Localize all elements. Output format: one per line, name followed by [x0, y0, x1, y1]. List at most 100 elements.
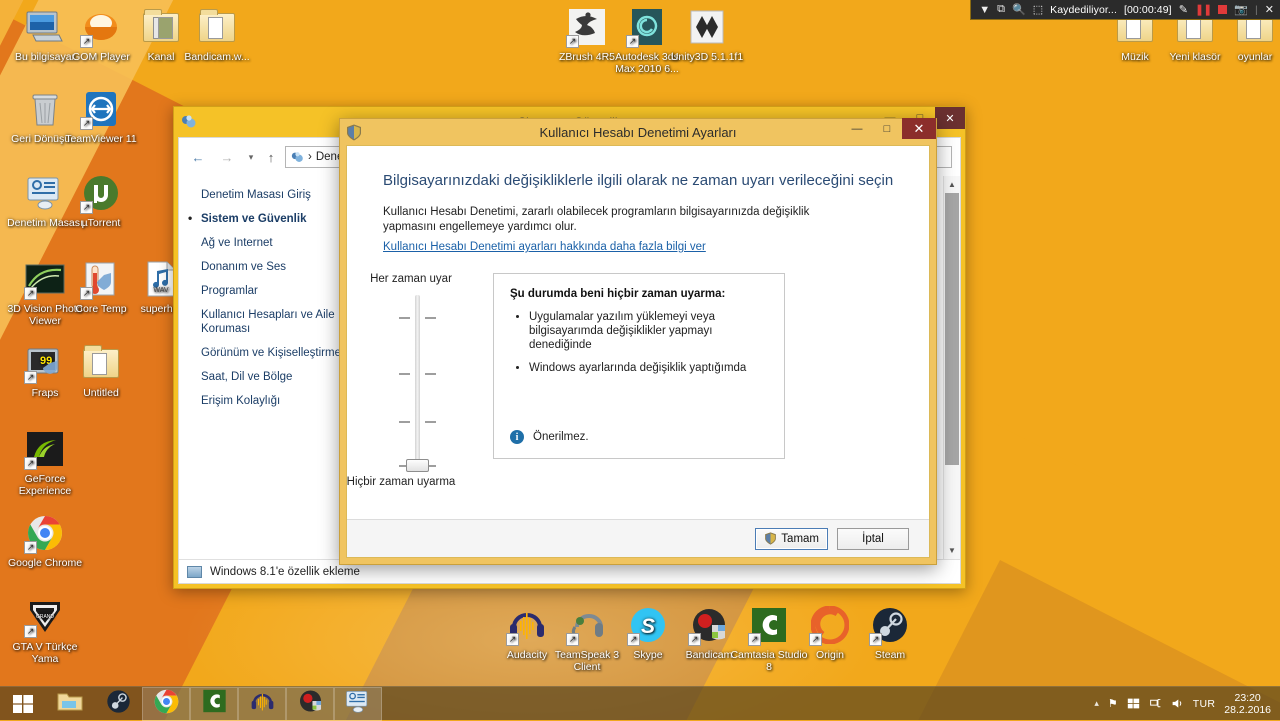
magnifier-icon[interactable]: 🔍 [1012, 3, 1026, 16]
divider: | [1255, 3, 1258, 16]
up-button[interactable]: ↑ [264, 150, 278, 165]
sidebar-item[interactable]: Saat, Dil ve Bölge [201, 370, 349, 384]
sidebar-item[interactable]: Denetim Masası Giriş [201, 188, 349, 202]
close-icon[interactable]: ✕ [1265, 3, 1274, 16]
sidebar-item[interactable]: Kullanıcı Hesapları ve Aile Koruması [201, 308, 349, 336]
bandicam-recording-bar[interactable]: ▼ ⧉ 🔍 ⬚ Kaydediliyor... [00:00:49] ✎ ❚❚ … [970, 0, 1280, 20]
feature-icon [187, 565, 202, 578]
sidebar-item[interactable]: Ağ ve Internet [201, 236, 349, 250]
desktop-icon[interactable]: ↗ µTorrent [62, 172, 140, 230]
taskbar-item-steam[interactable] [94, 687, 142, 721]
bandicam-icon [298, 689, 323, 718]
control-panel-sidebar[interactable]: Denetim Masası Giriş Sistem ve Güvenlik Ağ… [179, 176, 349, 559]
windows-defender-icon[interactable] [1127, 697, 1140, 710]
scrollbar-thumb[interactable] [945, 193, 959, 466]
scroll-up-arrow[interactable]: ▲ [944, 176, 960, 193]
taskbar-item-audacity[interactable] [238, 686, 286, 721]
maximize-button[interactable]: □ [872, 118, 902, 139]
shortcut-arrow-icon: ↗ [80, 287, 93, 300]
camera-icon[interactable]: 📷 [1234, 3, 1248, 16]
uac-titlebar[interactable]: Kullanıcı Hesabı Denetimi Ayarları — □ ✕ [340, 118, 936, 145]
geforce-icon: ↗ [24, 428, 66, 470]
back-button[interactable]: ← [187, 146, 209, 168]
shortcut-arrow-icon: ↗ [566, 35, 579, 48]
slider-top-label: Her zaman uyar [370, 273, 452, 285]
cancel-button[interactable]: İptal [837, 527, 909, 550]
taskbar-items[interactable] [46, 686, 382, 721]
desktop-icon[interactable]: ↗ Google Chrome [6, 512, 84, 570]
close-button[interactable]: ✕ [902, 118, 936, 139]
forward-button[interactable]: → [216, 146, 238, 168]
flag-icon[interactable]: ⚑ [1108, 697, 1118, 710]
uac-settings-dialog[interactable]: Kullanıcı Hesabı Denetimi Ayarları — □ ✕… [339, 118, 937, 565]
uac-info-item: Uygulamalar yazılım yüklemeyi veya bilgi… [529, 310, 768, 352]
desktop-icon-label: Bandicam.w... [184, 51, 250, 63]
minimize-button[interactable]: — [842, 118, 872, 139]
taskbar-item-google-chrome[interactable] [142, 686, 190, 721]
network-icon[interactable] [1149, 697, 1162, 710]
shortcut-arrow-icon: ↗ [506, 633, 519, 646]
close-button[interactable]: ✕ [935, 107, 965, 129]
uac-more-info-link[interactable]: Kullanıcı Hesabı Denetimi ayarları hakkı… [383, 241, 706, 253]
stop-icon[interactable] [1218, 5, 1228, 14]
window-icon[interactable]: ⧉ [997, 3, 1005, 16]
vertical-scrollbar[interactable]: ▲ ▼ [943, 176, 960, 559]
volume-icon[interactable] [1171, 697, 1184, 710]
slider-tick [425, 373, 436, 375]
folder-icon [83, 344, 119, 378]
clock-date: 28.2.2016 [1224, 703, 1271, 716]
show-hidden-icons-button[interactable]: ▴ [1094, 698, 1099, 709]
utorrent-icon: ↗ [80, 172, 122, 214]
desktop-icon[interactable]: Unity3D 5.1.1f1 [668, 6, 746, 64]
ok-button[interactable]: Tamam [755, 527, 828, 550]
desktop-icon[interactable]: ↗ GeForce Experience [6, 428, 84, 497]
taskbar-item-file-explorer[interactable] [46, 687, 94, 721]
shortcut-arrow-icon: ↗ [627, 633, 640, 646]
teamviewer-icon: ↗ [80, 88, 122, 130]
sidebar-item[interactable]: Sistem ve Güvenlik [188, 211, 349, 226]
taskbar-item-bandicam[interactable] [286, 686, 334, 721]
uac-info-item: Windows ayarlarında değişiklik yaptığımd… [529, 361, 768, 375]
desktop-icon-label: TeamViewer 11 [65, 133, 137, 145]
sidebar-item[interactable]: Görünüm ve Kişiselleştirme [201, 346, 349, 360]
desktop-icon[interactable]: ↗ TeamViewer 11 [62, 88, 140, 146]
control-panel-icon [291, 151, 303, 162]
sidebar-item[interactable]: Erişim Kolaylığı [201, 394, 349, 408]
uac-description: Kullanıcı Hesabı Denetimi, zararlı olabi… [383, 206, 810, 233]
sidebar-item[interactable]: Programlar [201, 284, 349, 298]
taskbar-item-control-panel[interactable] [334, 686, 382, 721]
gom-icon: ↗ [80, 6, 122, 48]
scroll-down-arrow[interactable]: ▼ [944, 542, 960, 559]
taskbar[interactable]: ▴ ⚑ TUR 23:20 28.2.2016 [0, 686, 1280, 721]
start-button[interactable] [0, 687, 46, 721]
3dvision-icon: ↗ [24, 258, 66, 300]
desktop-icon[interactable]: GRAND ↗ GTA V Türkçe Yama [6, 596, 84, 665]
shield-icon [347, 124, 361, 140]
desktop-icon-label: Unity3D 5.1.1f1 [670, 51, 744, 63]
status-text[interactable]: Windows 8.1'e özellik ekleme [210, 566, 360, 578]
uac-notification-slider[interactable] [387, 295, 447, 472]
steam-icon [106, 689, 131, 719]
scrollbar-track[interactable] [944, 193, 960, 542]
rect-select-icon[interactable]: ⬚ [1033, 3, 1043, 16]
slider-tick [399, 317, 410, 319]
system-tray[interactable]: ▴ ⚑ TUR 23:20 28.2.2016 [1094, 692, 1280, 716]
slider-thumb[interactable] [406, 459, 429, 472]
uac-window-buttons[interactable]: — □ ✕ [842, 118, 936, 139]
recording-status: Kaydediliyor... [1050, 3, 1117, 16]
sidebar-item[interactable]: Donanım ve Ses [201, 260, 349, 274]
pencil-icon[interactable]: ✎ [1179, 3, 1188, 16]
clock[interactable]: 23:20 28.2.2016 [1224, 692, 1271, 716]
windows-logo-icon [13, 694, 33, 713]
taskbar-item-camtasia[interactable] [190, 686, 238, 721]
desktop-icon[interactable]: Untitled [62, 342, 140, 400]
pause-icon[interactable]: ❚❚ [1195, 3, 1212, 16]
caret-down-icon[interactable]: ▼ [979, 4, 990, 16]
language-indicator[interactable]: TUR [1193, 698, 1215, 710]
desktop-icon[interactable]: ↗ Steam [851, 604, 929, 662]
desktop-icon[interactable]: Bandicam.w... [178, 6, 256, 64]
desktop-icon-label: Untitled [83, 387, 119, 399]
camtasia-icon [202, 689, 227, 718]
recent-locations-button[interactable]: ▾ [245, 152, 257, 163]
uac-dialog-footer: Tamam İptal [347, 519, 929, 557]
